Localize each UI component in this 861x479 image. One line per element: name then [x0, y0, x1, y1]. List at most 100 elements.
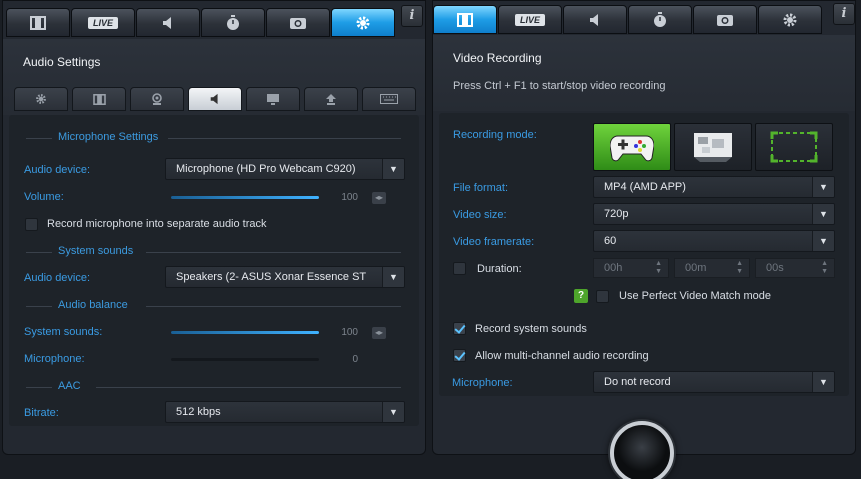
stopwatch-icon: [654, 11, 666, 27]
webcam-icon: [152, 93, 162, 105]
video-recording-panel: LIVE i Video Recording Press Ctrl + F1 t…: [432, 0, 856, 479]
video-size-dropdown[interactable]: 720p ▼: [593, 203, 835, 225]
tab-timer[interactable]: [628, 5, 692, 34]
tab-settings[interactable]: [331, 8, 395, 37]
video-framerate-label: Video framerate:: [453, 236, 535, 248]
tab-audio[interactable]: [136, 8, 200, 37]
system-sounds-balance-label: System sounds:: [24, 326, 103, 338]
separate-track-label: Record microphone into separate audio tr…: [47, 218, 267, 230]
info-button[interactable]: i: [833, 3, 855, 25]
volume-label: Volume:: [24, 191, 64, 203]
subtab-audio[interactable]: [188, 87, 242, 111]
gamepad-icon: [610, 135, 654, 162]
chevron-down-icon: ▼: [812, 231, 834, 251]
bitrate-dropdown[interactable]: 512 kbps ▼: [165, 401, 405, 423]
aac-heading: AAC: [26, 380, 401, 394]
upload-icon: [326, 94, 336, 105]
separate-track-checkbox[interactable]: [25, 218, 38, 231]
info-button[interactable]: i: [401, 5, 423, 27]
bitrate-label: Bitrate:: [24, 407, 59, 419]
main-tab-bar: LIVE: [6, 8, 396, 38]
system-sounds-value: 100: [341, 327, 358, 338]
tab-settings[interactable]: [758, 5, 822, 34]
microphone-dropdown[interactable]: Do not record ▼: [593, 371, 835, 393]
page-title: Video Recording: [453, 51, 542, 65]
perfect-match-checkbox[interactable]: [596, 290, 609, 303]
tab-live[interactable]: LIVE: [71, 8, 135, 37]
live-badge: LIVE: [87, 16, 118, 29]
file-format-dropdown[interactable]: MP4 (AMD APP) ▼: [593, 176, 835, 198]
perfect-match-label: Use Perfect Video Match mode: [619, 290, 772, 302]
subtab-video[interactable]: [72, 87, 126, 111]
file-format-label: File format:: [453, 182, 509, 194]
microphone-label: Microphone:: [452, 377, 513, 389]
mode-game-button[interactable]: [593, 123, 671, 171]
settings-header: Audio Settings: [3, 39, 425, 115]
video-size-label: Video size:: [453, 209, 507, 221]
record-system-sounds-checkbox[interactable]: [453, 322, 466, 335]
help-icon[interactable]: ?: [574, 289, 588, 303]
microphone-balance-label: Microphone:: [24, 353, 85, 365]
gear-icon: [356, 16, 370, 29]
desktop-icon: [694, 133, 732, 162]
stopwatch-icon: [227, 14, 239, 30]
mic-audio-device-label: Audio device:: [24, 164, 91, 176]
subtab-display[interactable]: [246, 87, 300, 111]
balance-reset-button[interactable]: ◂▸: [372, 327, 386, 339]
subtab-webcam[interactable]: [130, 87, 184, 111]
tab-screenshot[interactable]: [266, 8, 330, 37]
chevron-down-icon: ▼: [382, 402, 404, 422]
camera-icon: [717, 14, 733, 26]
subtab-upload[interactable]: [304, 87, 358, 111]
speaker-icon: [163, 16, 171, 29]
keyboard-icon: [380, 94, 398, 104]
subtab-hotkeys[interactable]: [362, 87, 416, 111]
duration-label: Duration:: [477, 263, 522, 275]
volume-reset-button[interactable]: ◂▸: [372, 192, 386, 204]
video-framerate-dropdown[interactable]: 60 ▼: [593, 230, 835, 252]
main-tab-bar: LIVE: [433, 5, 823, 35]
tab-live[interactable]: LIVE: [498, 5, 562, 34]
stepper-icon: ▲ ▼: [655, 260, 662, 275]
tab-screenshot[interactable]: [693, 5, 757, 34]
camera-icon: [290, 17, 306, 29]
multichannel-label: Allow multi-channel audio recording: [475, 350, 649, 362]
record-system-sounds-label: Record system sounds: [475, 323, 587, 335]
speaker-icon: [210, 93, 218, 105]
tab-timer[interactable]: [201, 8, 265, 37]
settings-subtab-bar: [14, 87, 420, 111]
mic-audio-device-dropdown[interactable]: Microphone (HD Pro Webcam C920) ▼: [165, 158, 405, 180]
microphone-settings-heading: Microphone Settings: [26, 131, 401, 145]
duration-minutes-input[interactable]: 00m ▲ ▼: [674, 258, 750, 278]
live-badge: LIVE: [514, 13, 545, 26]
sys-audio-device-dropdown[interactable]: Speakers (2- ASUS Xonar Essence ST ▼: [165, 266, 405, 288]
duration-seconds-input[interactable]: 00s ▲ ▼: [755, 258, 835, 278]
tab-video[interactable]: [433, 5, 497, 34]
tab-audio[interactable]: [563, 5, 627, 34]
system-sounds-heading: System sounds: [26, 245, 401, 259]
mode-region-button[interactable]: [755, 123, 833, 171]
chevron-down-icon: ▼: [382, 159, 404, 179]
system-sounds-slider[interactable]: [171, 331, 319, 334]
volume-slider[interactable]: [171, 196, 319, 199]
chevron-down-icon: ▼: [382, 267, 404, 287]
multichannel-checkbox[interactable]: [453, 349, 466, 362]
gear-icon: [36, 94, 46, 104]
page-title: Audio Settings: [23, 55, 101, 69]
chevron-down-icon: ▼: [812, 177, 834, 197]
microphone-balance-slider[interactable]: [171, 358, 319, 361]
mode-desktop-button[interactable]: [674, 123, 752, 171]
duration-checkbox[interactable]: [453, 262, 466, 275]
speaker-icon: [590, 13, 598, 26]
duration-hours-input[interactable]: 00h ▲ ▼: [593, 258, 669, 278]
region-icon: [770, 131, 818, 163]
subtab-general[interactable]: [14, 87, 68, 111]
monitor-icon: [267, 94, 279, 105]
hotkey-hint: Press Ctrl + F1 to start/stop video reco…: [453, 80, 666, 92]
record-button[interactable]: [610, 421, 674, 479]
tab-video[interactable]: [6, 8, 70, 37]
audio-settings-panel: LIVE i Audio Settings Microphone Setting…: [2, 0, 426, 455]
film-icon: [30, 15, 46, 30]
film-icon: [457, 12, 473, 27]
film-icon: [92, 93, 106, 105]
